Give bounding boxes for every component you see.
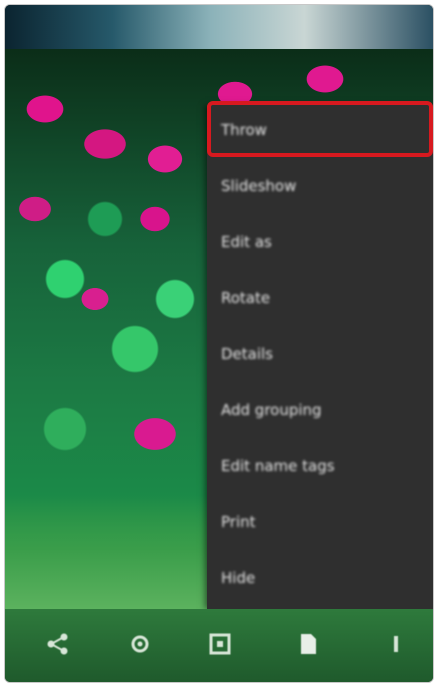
menu-item-label: Details (221, 345, 274, 363)
options-menu: Throw Slideshow Edit as Rotate Details A… (207, 105, 433, 609)
menu-item-hide[interactable]: Hide (207, 553, 433, 603)
menu-item-details[interactable]: Details (207, 329, 433, 379)
share-icon[interactable] (43, 631, 73, 661)
menu-item-rotate[interactable]: Rotate (207, 273, 433, 323)
bottom-action-bar (5, 609, 433, 682)
file-icon[interactable] (293, 631, 323, 661)
menu-item-label: Edit name tags (221, 457, 335, 475)
menu-item-label: Add grouping (221, 401, 322, 419)
status-bar (5, 5, 433, 49)
menu-item-label: Print (221, 513, 256, 531)
menu-item-print[interactable]: Print (207, 497, 433, 547)
edit-icon[interactable] (205, 631, 235, 661)
more-icon[interactable] (381, 631, 411, 661)
menu-item-label: Rotate (221, 289, 271, 307)
menu-item-label: Edit as (221, 233, 272, 251)
menu-item-edit-name-tags[interactable]: Edit name tags (207, 441, 433, 491)
menu-item-label: Hide (221, 569, 256, 587)
phone-screen: Throw Slideshow Edit as Rotate Details A… (4, 4, 434, 683)
menu-item-add-grouping[interactable]: Add grouping (207, 385, 433, 435)
menu-item-edit-as[interactable]: Edit as (207, 217, 433, 267)
settings-icon[interactable] (125, 631, 155, 661)
menu-item-slideshow[interactable]: Slideshow (207, 161, 433, 211)
menu-item-label: Slideshow (221, 177, 297, 195)
highlight-box (207, 101, 433, 157)
